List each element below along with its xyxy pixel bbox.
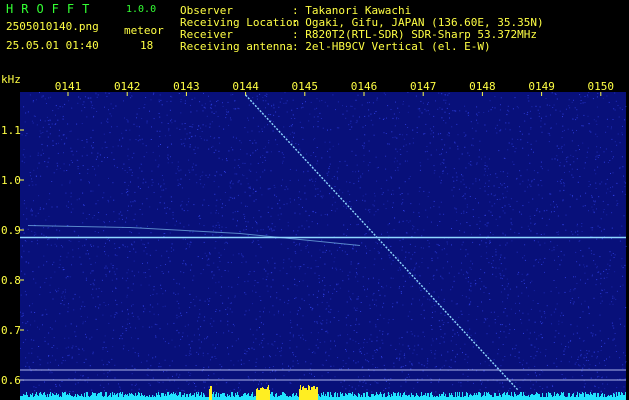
x-tick-label: 0148 <box>469 80 496 93</box>
x-tick-label: 0147 <box>410 80 437 93</box>
x-tick-label: 0141 <box>55 80 82 93</box>
x-tick-label: 0142 <box>114 80 141 93</box>
x-tick-label: 0144 <box>232 80 259 93</box>
x-tick-label: 0145 <box>292 80 319 93</box>
x-tick-label: 0150 <box>588 80 615 93</box>
spectrogram-background <box>20 92 626 400</box>
y-tick-label: 1.0 <box>1 174 21 187</box>
y-tick-label: 0.6 <box>1 374 21 387</box>
y-axis-unit: kHz <box>1 73 21 86</box>
spectrogram: 0141 0142 0143 0144 0145 0146 0147 0148 0149 0150… <box>1 80 627 400</box>
x-tick-label: 0143 <box>173 80 200 93</box>
y-tick-label: 0.7 <box>1 324 21 337</box>
y-tick-label: 1.1 <box>1 124 21 137</box>
x-tick-label: 0149 <box>528 80 555 93</box>
y-tick-label: 0.9 <box>1 224 21 237</box>
y-tick-label: 0.8 <box>1 274 21 287</box>
x-tick-label: 0146 <box>351 80 378 93</box>
